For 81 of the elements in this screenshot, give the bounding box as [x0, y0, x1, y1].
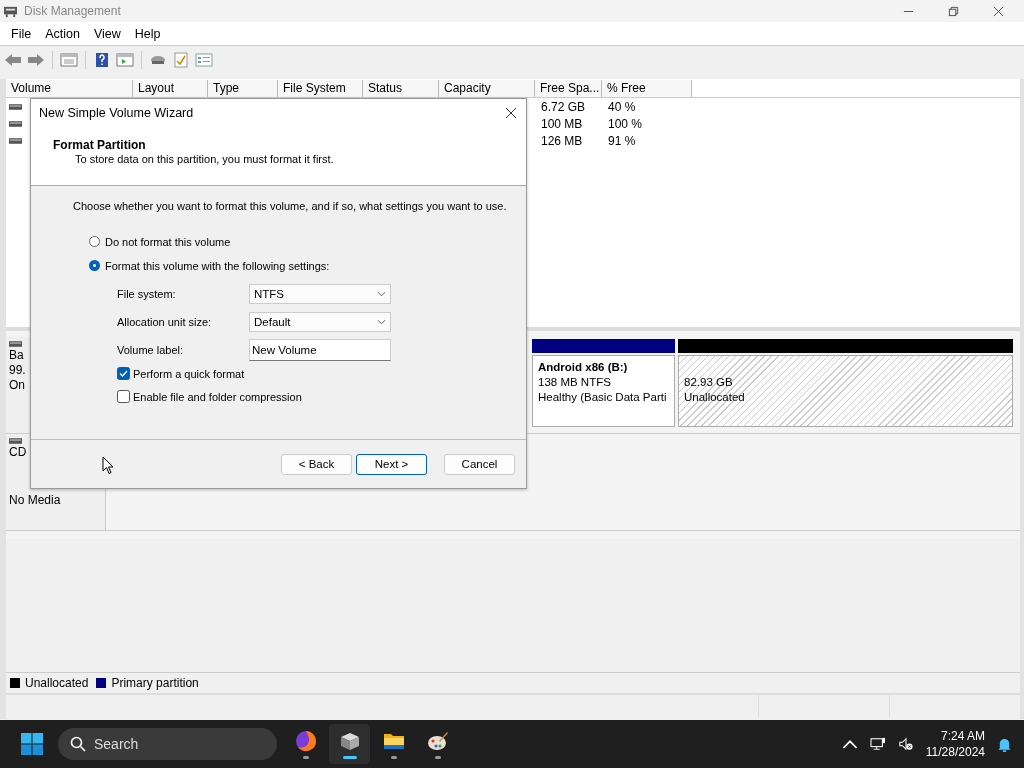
menu-item[interactable]: View: [86, 26, 128, 41]
drive-icon: [9, 103, 22, 110]
mouse-pointer-icon: [102, 456, 114, 475]
column-header[interactable]: Volume: [6, 80, 133, 97]
input-field[interactable]: New Volume: [249, 339, 391, 361]
chevron-down-icon: [377, 291, 386, 297]
column-header[interactable]: Type: [208, 80, 278, 97]
drive-icon: [9, 120, 22, 127]
radio-button[interactable]: [89, 236, 100, 247]
column-header[interactable]: Free Spa...: [535, 80, 602, 97]
checklist-icon[interactable]: [172, 51, 190, 68]
close-icon[interactable]: [993, 5, 1004, 17]
menu-item[interactable]: Action: [38, 26, 87, 41]
dialog-title: New Simple Volume Wizard: [39, 106, 194, 120]
field-label: Volume label:: [117, 344, 185, 356]
search-icon: [70, 736, 86, 752]
dialog-subtitle: To store data on this partition, you must format it first.: [74, 153, 335, 165]
column-header[interactable]: File System: [278, 80, 363, 97]
checkbox[interactable]: [117, 390, 130, 403]
menu-item[interactable]: Help: [127, 26, 168, 41]
field-label: Allocation unit size:: [117, 316, 213, 328]
table-cell-text: 6.72 GB: [540, 99, 587, 114]
field-label: File system:: [117, 288, 177, 300]
checkbox[interactable]: [117, 367, 130, 380]
speaker-muted-icon[interactable]: [897, 737, 914, 751]
globe-icon: [293, 729, 318, 753]
search-field[interactable]: Search: [58, 728, 277, 760]
checkbox-label[interactable]: Enable file and folder compression: [133, 390, 302, 403]
dialog-button[interactable]: < Back: [281, 453, 352, 475]
table-cell-text: 100 MB: [540, 116, 584, 131]
start-icon[interactable]: [20, 732, 44, 756]
disk-size: 99.: [9, 363, 27, 377]
dropdown[interactable]: Default: [249, 312, 391, 332]
radio-button[interactable]: [89, 260, 100, 271]
back-arrow-icon[interactable]: [4, 51, 22, 68]
column-header[interactable]: % Free: [602, 80, 692, 97]
partition-name: Android x86 (B:): [538, 360, 629, 375]
partition-status: Unallocated: [684, 390, 746, 405]
help-icon[interactable]: [93, 51, 111, 68]
chevron-down-icon: [377, 319, 386, 325]
dropdown[interactable]: NTFS: [249, 284, 391, 304]
menu-item[interactable]: File: [4, 26, 39, 41]
table-cell-text: 40 %: [607, 99, 637, 114]
drive-icon: [9, 341, 22, 347]
close-icon[interactable]: [505, 107, 517, 119]
dialog-button[interactable]: Cancel: [444, 453, 515, 475]
forward-arrow-icon[interactable]: [27, 51, 45, 68]
clock-date[interactable]: 11/28/2024: [925, 744, 985, 760]
table-cell-text: 91 %: [607, 133, 637, 148]
taskbar-app[interactable]: [329, 724, 370, 764]
instruction-text: Choose whether you want to format this volume, and if so, what settings you want to use.: [73, 200, 508, 212]
disk-name: Ba: [9, 348, 25, 362]
column-header[interactable]: Status: [363, 80, 439, 97]
partition-status: Healthy (Basic Data Parti: [538, 390, 668, 405]
table-cell-text: 100 %: [607, 116, 644, 131]
table-cell-text: 126 MB: [540, 133, 584, 148]
properties-icon[interactable]: [195, 51, 213, 68]
column-header[interactable]: Capacity: [439, 80, 535, 97]
column-header[interactable]: Layout: [133, 80, 208, 97]
disk-status: No Media: [9, 493, 62, 507]
checkbox-label[interactable]: Perform a quick format: [133, 367, 245, 380]
bell-icon[interactable]: [997, 736, 1012, 752]
disk-name: CD: [9, 445, 28, 459]
dialog-heading: Format Partition: [53, 138, 147, 152]
restore-icon[interactable]: [948, 5, 959, 17]
partition-size: 82.93 GB: [684, 375, 734, 390]
window-title: Disk Management: [24, 4, 121, 18]
default-button[interactable]: Next >: [356, 453, 427, 475]
radio-label[interactable]: Do not format this volume: [105, 235, 231, 248]
drive-icon: [9, 137, 22, 144]
clock-time[interactable]: 7:24 AM: [940, 728, 985, 744]
app-icon: [3, 4, 18, 18]
radio-label[interactable]: Format this volume with the following settings:: [105, 259, 330, 272]
network-icon[interactable]: [869, 737, 886, 751]
partition-size: 138 MB NTFS: [538, 375, 612, 390]
panel-icon[interactable]: [116, 51, 134, 68]
palette-icon: [425, 729, 450, 753]
disk-status: On: [9, 378, 26, 392]
legend-label: Unallocated: [25, 676, 89, 690]
drive-icon: [9, 438, 22, 444]
legend-label: Primary partition: [111, 676, 199, 690]
